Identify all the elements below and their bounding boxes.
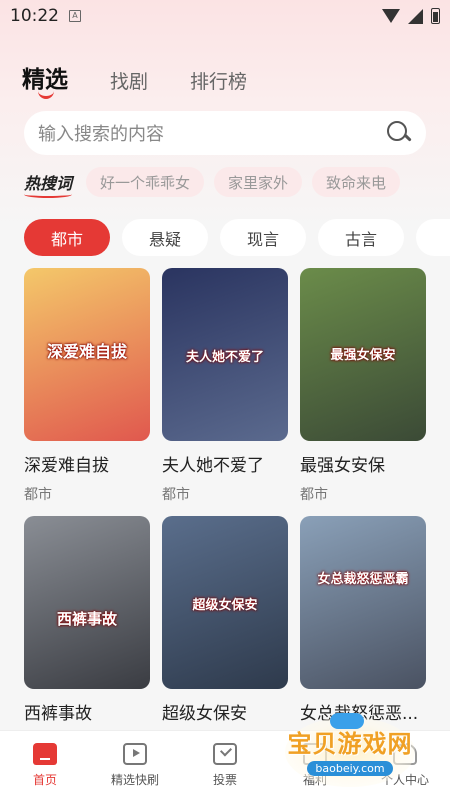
- drama-poster[interactable]: 女总裁怒惩恶霸: [300, 516, 426, 689]
- drama-card[interactable]: 西裤事故 西裤事故: [24, 516, 150, 724]
- category-chip-suspense[interactable]: 悬疑: [122, 219, 208, 256]
- category-chip-ancient-romance[interactable]: 古言: [318, 219, 404, 256]
- search-placeholder: 输入搜索的内容: [38, 124, 164, 145]
- drama-title[interactable]: 夫人她不爱了: [162, 451, 288, 476]
- status-bar: 10:22 A: [0, 0, 450, 32]
- search-icon[interactable]: [386, 120, 412, 146]
- tab-featured[interactable]: 精选: [22, 60, 68, 99]
- poster-title: 深爱难自拔: [46, 342, 127, 361]
- tab-ranking[interactable]: 排行榜: [190, 67, 247, 94]
- drama-title[interactable]: 超级女保安: [162, 699, 288, 724]
- hot-search-term[interactable]: 致命来电: [312, 167, 401, 197]
- search-input[interactable]: 输入搜索的内容: [24, 111, 426, 155]
- hot-search-row: 热搜词 好一个乖乖女 家里家外 致命来电: [24, 167, 401, 198]
- drama-card[interactable]: 夫人她不爱了 夫人她不爱了 都市: [162, 268, 288, 504]
- drama-poster[interactable]: 深爱难自拔: [24, 268, 150, 441]
- category-chips: 都市 悬疑 现言 古言 穿: [24, 219, 450, 256]
- watermark-logo: 宝贝游戏网 baobeiy.com: [275, 713, 425, 787]
- nav-label: 投票: [212, 773, 237, 787]
- hot-search-term[interactable]: 家里家外: [214, 167, 303, 197]
- watermark-url: baobeiy.com: [307, 761, 393, 776]
- drama-card[interactable]: 女总裁怒惩恶霸 女总裁怒惩恶...: [300, 516, 426, 724]
- wifi-icon: [382, 9, 400, 23]
- home-icon: [33, 743, 57, 765]
- watermark-text: 宝贝游戏网: [287, 730, 413, 758]
- category-chip-urban[interactable]: 都市: [24, 219, 110, 256]
- nav-quick-browse[interactable]: 精选快刷: [90, 731, 180, 800]
- vote-icon: [213, 743, 237, 765]
- drama-poster[interactable]: 夫人她不爱了: [162, 268, 288, 441]
- nav-label: 精选快刷: [110, 773, 159, 787]
- poster-title: 西裤事故: [56, 610, 117, 628]
- status-time: 10:22: [10, 6, 59, 26]
- tab-find-drama[interactable]: 找剧: [110, 67, 148, 94]
- hot-search-label: 热搜词: [24, 170, 73, 198]
- play-tv-icon: [123, 743, 147, 765]
- nav-label: 首页: [32, 773, 57, 787]
- top-tabs: 精选 找剧 排行榜: [22, 60, 289, 99]
- drama-poster[interactable]: 超级女保安: [162, 516, 288, 689]
- drama-title[interactable]: 最强女安保: [300, 451, 426, 476]
- signal-icon: [408, 8, 423, 24]
- status-icons: [382, 8, 440, 24]
- notification-icon: A: [69, 10, 81, 22]
- poster-title: 夫人她不爱了: [185, 350, 264, 365]
- poster-title: 女总裁怒惩恶霸: [317, 572, 409, 587]
- nav-vote[interactable]: 投票: [180, 731, 270, 800]
- drama-card[interactable]: 深爱难自拔 深爱难自拔 都市: [24, 268, 150, 504]
- drama-title[interactable]: 西裤事故: [24, 699, 150, 724]
- drama-category: 都市: [300, 487, 328, 503]
- category-chip-time-travel[interactable]: 穿: [416, 219, 450, 256]
- drama-category: 都市: [162, 487, 190, 503]
- nav-home[interactable]: 首页: [0, 731, 90, 800]
- category-chip-modern-romance[interactable]: 现言: [220, 219, 306, 256]
- drama-title[interactable]: 深爱难自拔: [24, 451, 150, 476]
- drama-card[interactable]: 超级女保安 超级女保安: [162, 516, 288, 724]
- drama-card[interactable]: 最强女保安 最强女安保 都市: [300, 268, 426, 504]
- drama-category: 都市: [24, 487, 52, 503]
- poster-title: 超级女保安: [192, 598, 258, 613]
- hot-search-term[interactable]: 好一个乖乖女: [86, 167, 205, 197]
- drama-poster[interactable]: 西裤事故: [24, 516, 150, 689]
- poster-title: 最强女保安: [330, 348, 396, 363]
- battery-icon: [431, 8, 440, 24]
- drama-poster[interactable]: 最强女保安: [300, 268, 426, 441]
